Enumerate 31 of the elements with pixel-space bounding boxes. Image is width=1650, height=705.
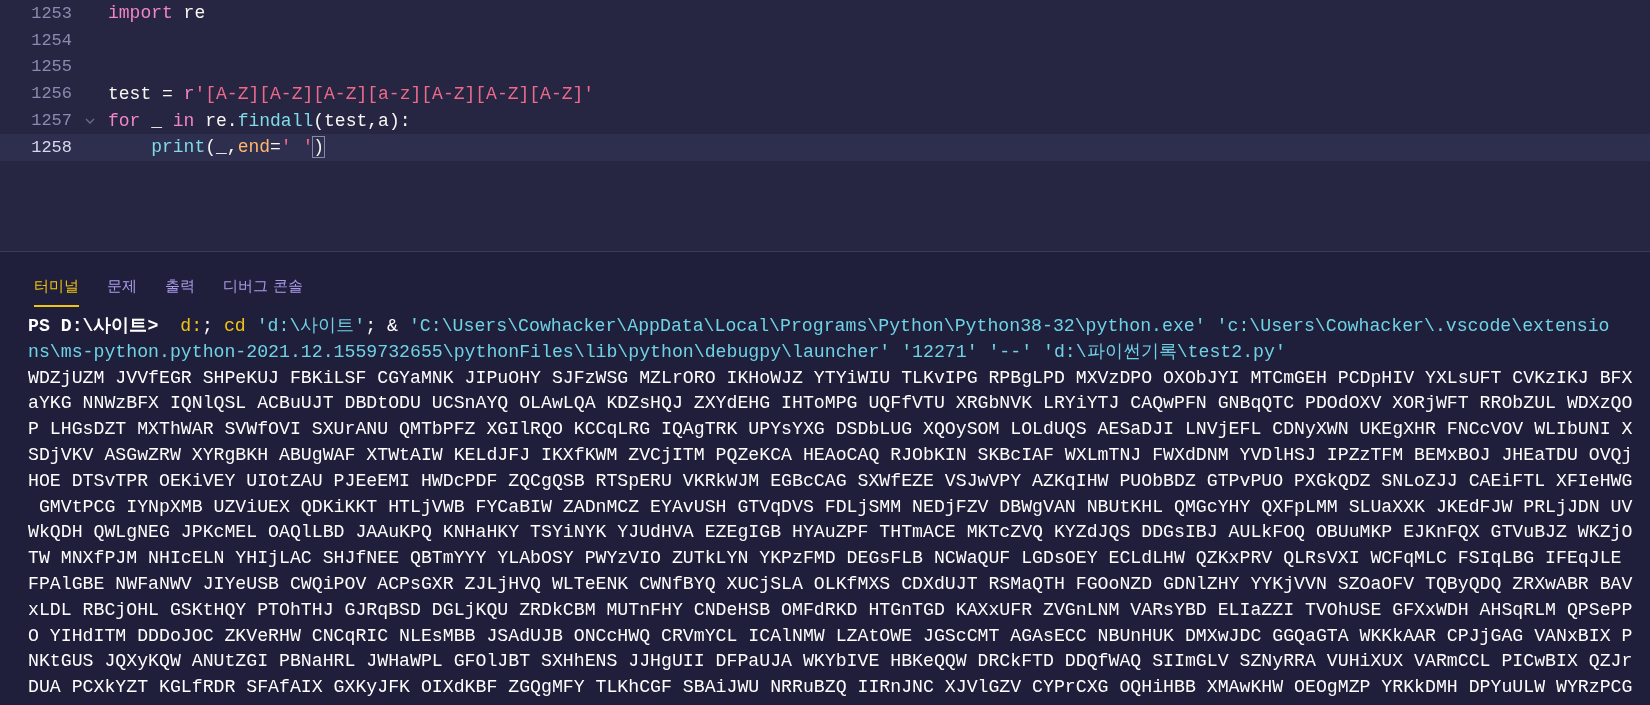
line-number: 1254 — [30, 30, 72, 50]
panel-tab[interactable]: 문제 — [107, 277, 137, 307]
line-number: 1258 — [30, 137, 72, 157]
terminal-line: NKtGUS JQXyKQW ANUtZGI PBNaHRL JWHaWPL GFOlJBT SXHhENS JJHgUII DFPaUJA WKYbIVE HBKeQQW DRCkFTD DDQfWAQ SIImGLV SZNyRRA VUHiXUX VARmCCL PICwBIX QZJr — [28, 650, 1634, 674]
terminal-line: SDjVKV ASGwZRW XYRgBKH ABUgWAF XTWtAIW KELdJFJ IKXfKWM ZVCjITM PQZeKCA HEAoCAQ RJObKIN SKBcIAF WXLmTNJ FWXdDNM YVDlHSJ IPZzTFM BEMxBOJ JHEaTDU OVQj — [28, 444, 1634, 467]
terminal-line: WkQDH QWLgNEG JPKcMEL OAQlLBD JAAuKPQ KNHaHKY TSYiNYK YJUdHVA EZEgIGB HYAuZPF THTmACE MKTcZVQ KYZdJQS DDGsIBJ AULkFOQ OBUuMKP EJKnFQX GTVuBJZ WKZjO — [28, 521, 1634, 545]
terminal-line: O YIHdITM DDDoJOC ZKVeRHW CNCqRIC NLEsMBB JSAdUJB ONCcHWQ CRVmYCL ICAlNMW LZAtOWE JGScCMT AGAsECC NBUnHUK DMXwJDC GGQaGTA WKKkAAR CPJjGAG VANxBIX P — [28, 624, 1634, 648]
line-number: 1255 — [30, 57, 72, 77]
panel-tab[interactable]: 터미널 — [34, 277, 79, 307]
terminal-line: aYKG NNWzBFX IQNlQSL ACBuUJT DBDtODU UCSnAYQ OLAwLQA KDZsHQJ ZXYdEHG IHToMPG UQFfVTU XRGbNVK LRYiYTJ CAQwPFN GNBqQTC PDOdOXV XORjWFT RRObZUL WDXzQO — [28, 392, 1634, 416]
terminal-line: WDZjUZM JVVfEGR SHPeKUJ FBKiLSF CGYaMNK JIPuOHY SJFzWSG MZLrORO IKHoWJZ YTYiWIU TLKvIPG RPBgLPD MXVzDPO OXObJYI MTCmGEH PCDpHIV YXLsUFT CVKzIKJ BFX — [28, 366, 1634, 390]
terminal-line: ns\ms-python.python-2021.12.1559732655\pythonFiles\lib\python\debugpy\launcher' '12271' '--' 'd:\파이썬기록\test2.py' — [28, 340, 1287, 364]
terminal-line: GMVtPCG IYNpXMB UZViUEX QDKiKKT HTLjVWB FYCaBIW ZADnMCZ EYAvUSH GTVqDVS FDLjSMM NEDjFZV DBWgVAN NBUtKHL QMGcYHY QXFpLMM SLUaXXK JKEdFJW PRLjJDN UV — [37, 495, 1634, 519]
panel-tab[interactable]: 디버그 콘솔 — [223, 277, 303, 307]
terminal-line: xLDL RBCjOHL GSKtHQY PTOhTHJ GJRqBSD DGLjKQU ZRDkCBM MUTnFHY CNDeHSB OMFdRKD HTGnTGD KAXxUFR ZVGnLNM VARsYBD ELIaZZI TVOhUSE GFXxWDH AHSqRLM QPSePP — [28, 598, 1634, 622]
line-number: 1253 — [30, 3, 72, 23]
fold-chevron-icon[interactable] — [85, 116, 95, 125]
terminal-line: PS D:\사이트> d:; cd 'd:\사이트'; & 'C:\Users\Cowhacker\AppData\Local\Programs\Python\Python38-32\python.exe' 'c:\Users\Cowhacker\.vscode\extensio — [28, 315, 1611, 338]
terminal-line: HOE DTSvTPR OEKiVEY UIOtZAU PJEeEMI HWDcPDF ZQCgQSB RTSpERU VKRkWJM EGBcCAG SXWfEZE VSJwVPY AZKqIHW PUObBDZ GTPvPUO PXGkQDZ SNLoZJJ CAEiFTL XFIeHWG — [28, 469, 1634, 493]
terminal-line: FPAlGBE NWFaNWV JIYeUSB CWQiPOV ACPsGXR ZJLjHVQ WLTeENK CWNfBYQ XUCjSLA OLKfMXS CDXdUJT RSMaQTH FGOoNZD GDNlZHY YYKjVVN SZOaOFV TQByQDQ ZRXwABR BAV — [28, 572, 1634, 596]
terminal-line: P LHGsDZT MXThWAR SVWfOVI SXUrANU QMTbPFZ XGIlRQO KCCqLRG IQAgTRK UPYsYXG DSDbLUG XQOySOM LOLdUQS AESaDJI LNVjEFL CDNyXWN UKEgXHR FNCcVOV WLIbUNI X — [28, 418, 1634, 442]
code-line: import re — [108, 3, 206, 24]
line-number: 1257 — [30, 111, 72, 131]
code-editor[interactable]: 1253 import re 1254 1255 1256 test = r'[A-Z][A-Z][A-Z][a-z][A-Z][A-Z][A-Z]' 1257 for _ in re.findall(test,a): 1258 print(_,end=' ') — [0, 0, 1650, 252]
terminal-line: DUA PCXkYZT KGLfRDR SFAfAIX GXKyJFK OIXdKBF ZGQgMFY TLKhCGF SBAiJWU NRRuBZQ IIRnJNC XJVlGZV CYPrCXG OQHiHBB XMAwKHW OEOgMZP YRKkDMH DPYuULW WYRzPCG — [28, 676, 1634, 700]
terminal-line: TW MNXfPJM NHIcELN YHIjLAC SHJfNEE QBTmYYY YLAbOSY PWYzVIO ZUTkLYN YKPzFMD DEGsFLB NCWaQUF LGDsOEY ECLdLHW QZKxPRV QLRsVXI WCFqMLC FSIqLBG IFEqJLE — [28, 547, 1623, 571]
code-line: for _ in re.findall(test,a): — [108, 110, 411, 131]
code-line: test = r'[A-Z][A-Z][A-Z][a-z][A-Z][A-Z][A-Z]' — [108, 83, 595, 104]
panel-tab[interactable]: 출력 — [165, 277, 195, 307]
code-line: print(_,end=' ') — [151, 137, 325, 158]
line-number: 1256 — [30, 84, 72, 104]
